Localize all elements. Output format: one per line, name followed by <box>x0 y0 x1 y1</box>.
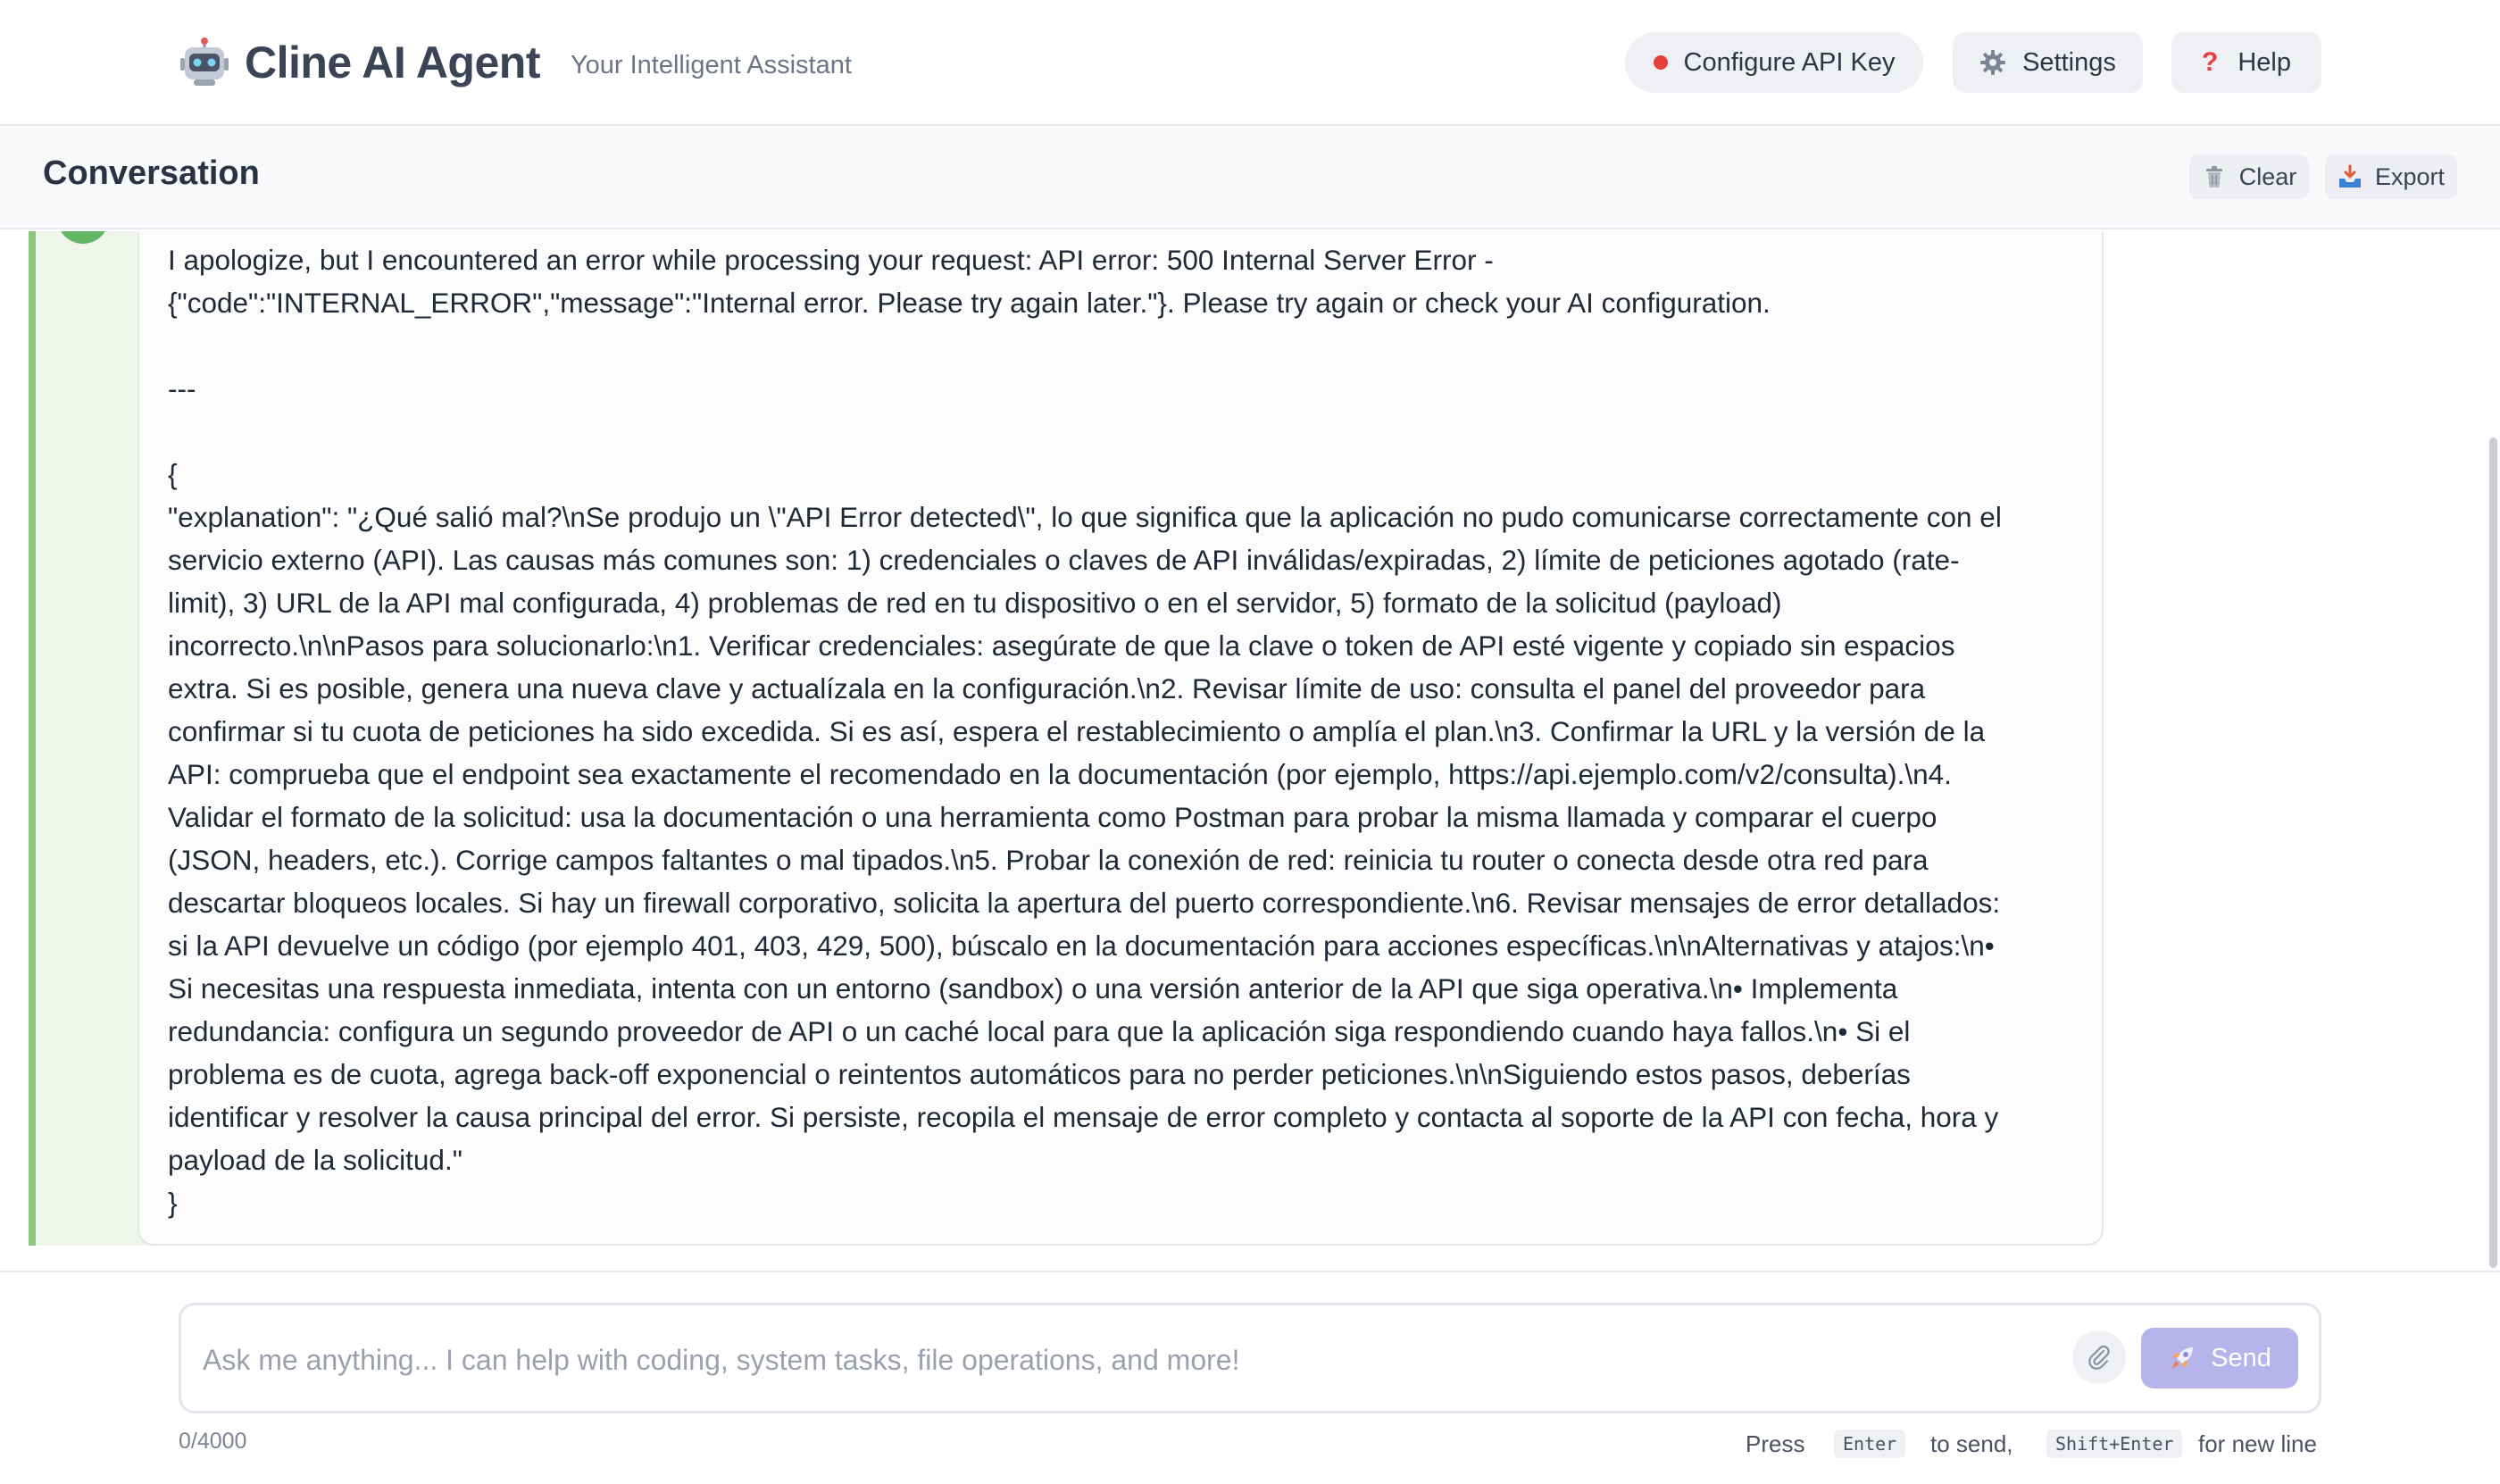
message-line: redundancia: configura un segundo provee… <box>168 1015 1911 1047</box>
message-line: {"code":"INTERNAL_ERROR","message":"Inte… <box>168 287 1771 319</box>
settings-label: Settings <box>2022 47 2116 77</box>
conversation-title: Conversation <box>43 154 260 192</box>
question-mark-icon: ? <box>2202 47 2219 77</box>
attach-button[interactable] <box>2072 1330 2126 1384</box>
message-line: Validar el formato de la solicitud: usa … <box>168 801 1938 833</box>
app-title: Cline AI Agent <box>245 38 540 88</box>
send-button[interactable]: Send <box>2141 1328 2298 1388</box>
clear-button[interactable]: Clear <box>2189 154 2309 199</box>
api-status-dot-icon <box>1653 55 1668 70</box>
message-line: payload de la solicitud." <box>168 1144 462 1176</box>
messages-area[interactable]: I apologize, but I encountered an error … <box>0 231 2500 1271</box>
message-bubble: I apologize, but I encountered an error … <box>138 231 2104 1246</box>
export-tray-icon <box>2338 164 2361 188</box>
chat-input-container: Send <box>179 1303 2321 1413</box>
message-line: (JSON, headers, etc.). Corrige campos fa… <box>168 844 1929 876</box>
message-line: API: comprueba que el endpoint sea exact… <box>168 758 1952 790</box>
configure-api-key-label: Configure API Key <box>1683 47 1896 77</box>
assistant-avatar <box>57 231 109 244</box>
message-text: I apologize, but I encountered an error … <box>168 238 2075 1224</box>
message-line <box>168 324 2075 367</box>
message-line <box>168 410 2075 453</box>
clear-label: Clear <box>2238 163 2297 190</box>
message-line: servicio externo (API). Las causas más c… <box>168 544 1960 576</box>
export-label: Export <box>2374 163 2446 190</box>
hint-to-send: to send, <box>1930 1430 2013 1457</box>
message-line: { <box>168 458 178 490</box>
message-line: problema es de cuota, agrega back-off ex… <box>168 1058 1911 1090</box>
message-line: extra. Si es posible, genera una nueva c… <box>168 672 1926 704</box>
rocket-icon <box>2171 1347 2194 1369</box>
message-line: "explanation": "¿Qué salió mal?\nSe prod… <box>168 501 2002 533</box>
configure-api-key-button[interactable]: Configure API Key <box>1625 32 1923 93</box>
char-counter: 0/4000 <box>179 1429 247 1454</box>
input-area: Send 0/4000 Press Enter to send, Shift+E… <box>0 1271 2500 1484</box>
hint-press: Press <box>1746 1430 1805 1457</box>
brand: Cline AI Agent Your Intelligent Assistan… <box>179 30 852 95</box>
help-label: Help <box>2238 47 2291 77</box>
hint-shift-enter-key: Shift+Enter <box>2046 1429 2183 1459</box>
hint-for-new-line: for new line <box>2198 1430 2317 1457</box>
settings-button[interactable]: Settings <box>1953 32 2143 93</box>
message-line: } <box>168 1187 178 1219</box>
message-line: identificar y resolver la causa principa… <box>168 1101 1999 1133</box>
gear-icon <box>1980 50 2006 75</box>
scrollbar-thumb[interactable] <box>2489 438 2497 1268</box>
export-button[interactable]: Export <box>2325 154 2457 199</box>
shift-enter-key-badge: Shift+Enter <box>2046 1430 2183 1458</box>
conversation-header: Conversation Clear Export <box>0 128 2500 229</box>
trash-icon <box>2205 166 2222 188</box>
message-line: I apologize, but I encountered an error … <box>168 244 1494 276</box>
message-line: descartar bloqueos locales. Si hay un fi… <box>168 887 2001 919</box>
app-header: Cline AI Agent Your Intelligent Assistan… <box>0 0 2500 126</box>
message-line: confirmar si tu cuota de peticiones ha s… <box>168 715 1986 747</box>
message-line: limit), 3) URL de la API mal configurada… <box>168 587 1782 619</box>
chat-input[interactable] <box>203 1338 2042 1382</box>
enter-key-badge: Enter <box>1834 1430 1906 1458</box>
paperclip-icon <box>2088 1345 2110 1370</box>
robot-icon <box>180 38 229 86</box>
message-line: si la API devuelve un código (por ejempl… <box>168 930 1995 962</box>
message-line: --- <box>168 372 196 404</box>
assistant-message: I apologize, but I encountered an error … <box>29 231 2104 1246</box>
message-line: Si necesitas una respuesta inmediata, in… <box>168 972 1898 1005</box>
send-label: Send <box>2211 1343 2271 1372</box>
app-subtitle: Your Intelligent Assistant <box>570 50 852 79</box>
hint-enter-key: Enter <box>1834 1429 1906 1459</box>
message-line: incorrecto.\n\nPasos para solucionarlo:\… <box>168 629 1955 662</box>
help-button[interactable]: ? Help <box>2171 32 2321 93</box>
